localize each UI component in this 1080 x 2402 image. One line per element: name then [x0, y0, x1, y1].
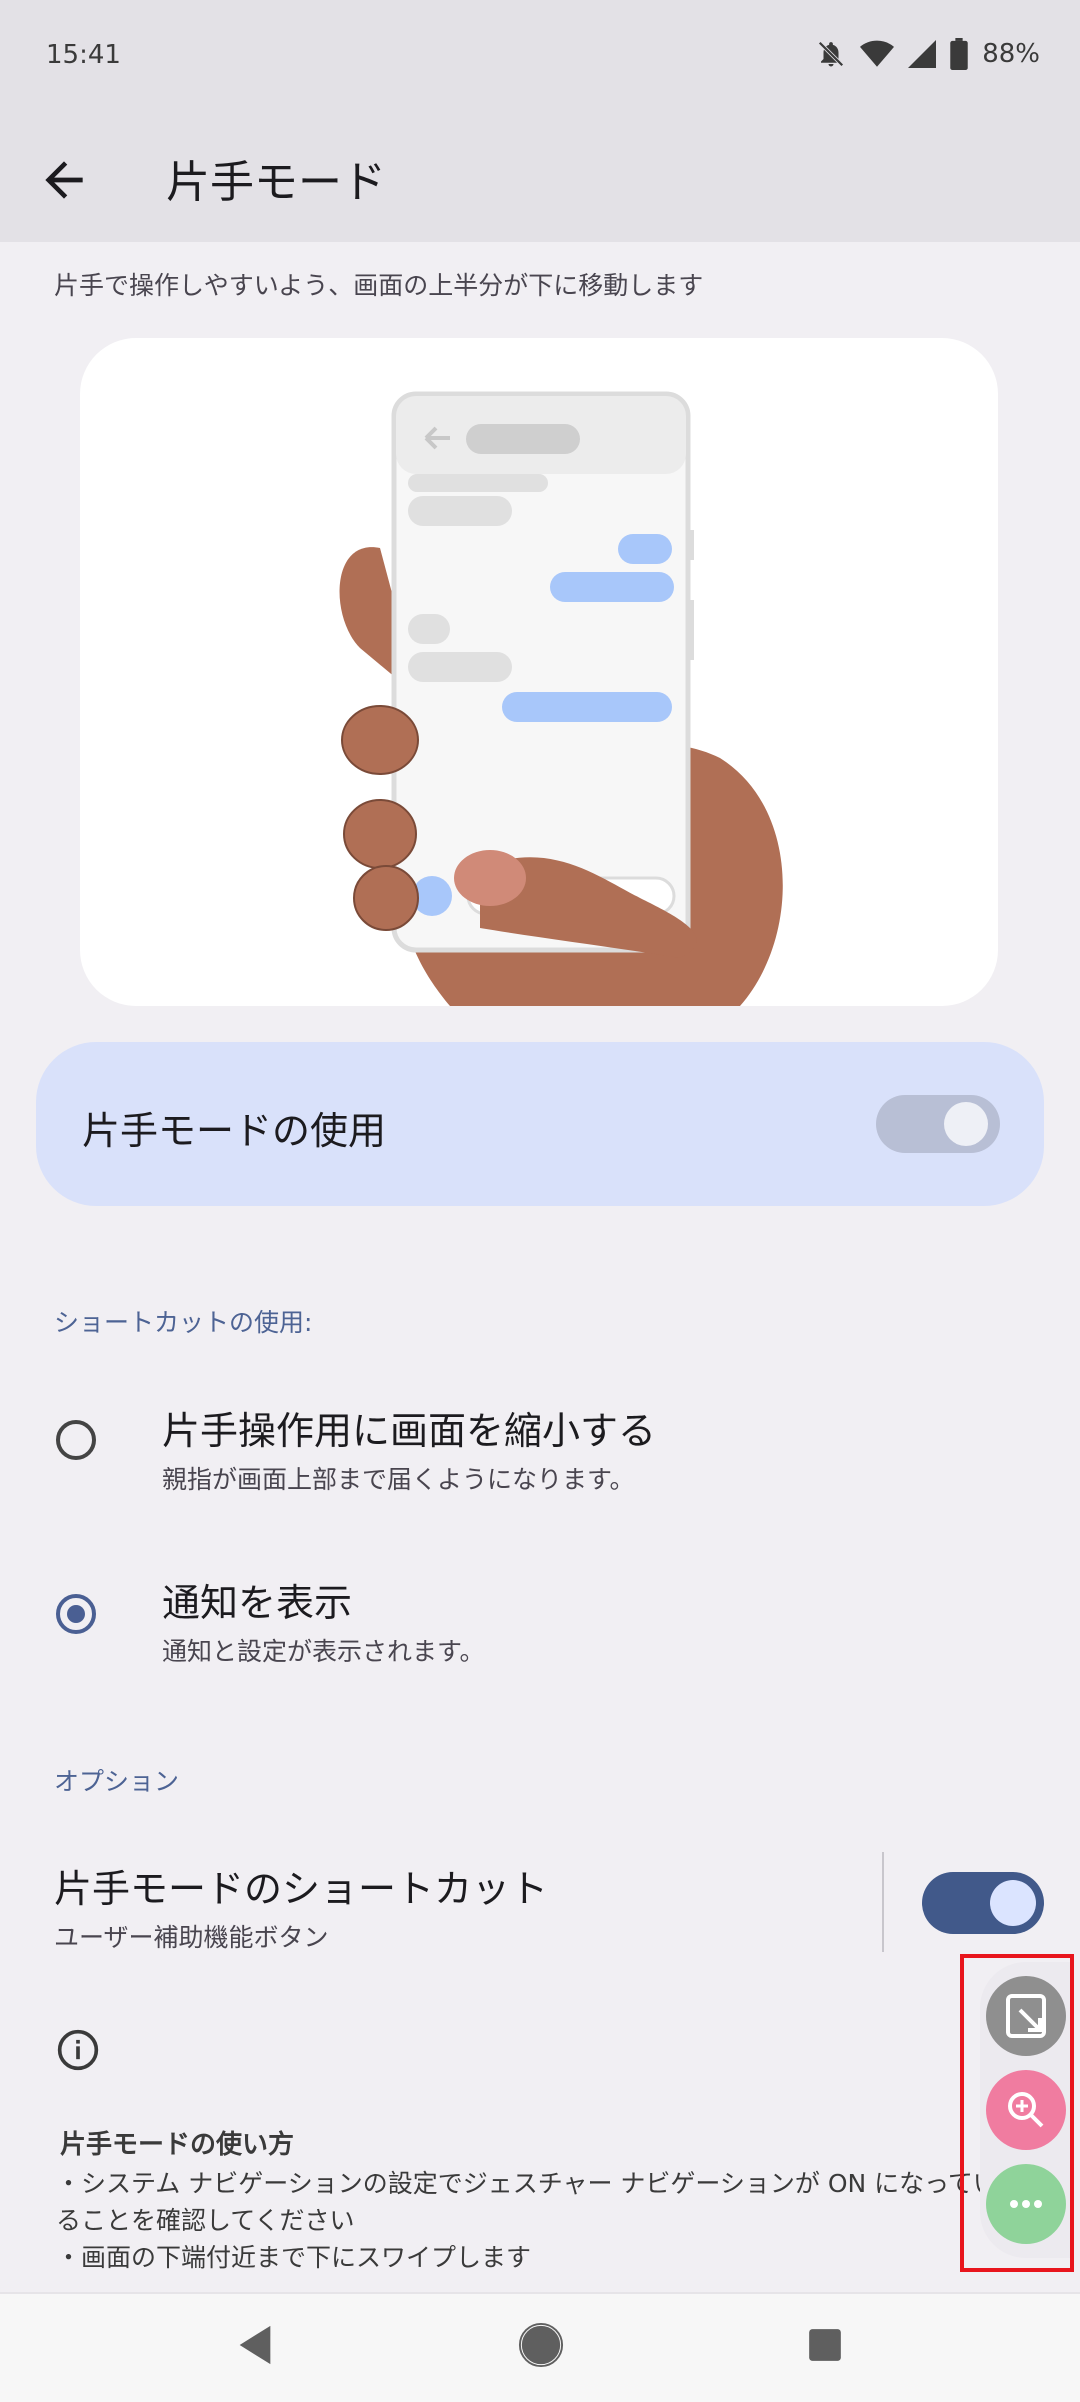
status-icons: 88%: [816, 38, 1040, 70]
switch-knob: [944, 1102, 988, 1146]
radio-show-notifications[interactable]: [56, 1594, 96, 1634]
signal-icon: [908, 40, 937, 68]
back-button[interactable]: [36, 152, 92, 208]
shortcut-setting-title[interactable]: 片手モードのショートカット: [54, 1858, 548, 1913]
radio-button-unselected[interactable]: [56, 1420, 96, 1460]
nav-recents-button[interactable]: [806, 2326, 844, 2368]
nav-home-button[interactable]: [518, 2322, 564, 2372]
howto-title: 片手モードの使い方: [60, 2130, 295, 2160]
status-time: 15:41: [46, 40, 121, 70]
howto-line: ・システム ナビゲーションの設定でジェスチャー ナビゲーションが ON になって…: [56, 2169, 998, 2198]
bell-off-icon: [818, 41, 844, 67]
arrow-left-icon: [45, 161, 83, 199]
recents-square-icon: [809, 2329, 841, 2361]
one-handed-illustration: [80, 338, 998, 1006]
option-title-shrink[interactable]: 片手操作用に画面を縮小する: [162, 1400, 656, 1455]
battery-icon: [950, 38, 968, 70]
howto-line: ・画面の下端付近まで下にスワイプします: [56, 2243, 532, 2272]
page-title: 片手モード: [166, 157, 386, 208]
radio-button-selected[interactable]: [56, 1594, 96, 1634]
wifi-icon: [860, 40, 895, 67]
page-description: 片手で操作しやすいよう、画面の上半分が下に移動します: [54, 271, 704, 300]
vertical-divider: [882, 1852, 884, 1952]
radio-shrink-screen[interactable]: [56, 1420, 96, 1460]
section-header-options: オプション: [54, 1767, 180, 1796]
shortcut-setting-subtitle: ユーザー補助機能ボタン: [54, 1923, 329, 1952]
option-title-notifications[interactable]: 通知を表示: [162, 1572, 352, 1627]
option-subtitle-notifications: 通知と設定が表示されます。: [162, 1637, 485, 1666]
main-toggle-label: 片手モードの使用: [82, 1109, 387, 1153]
hand-holding-phone-illustration: [339, 391, 783, 1006]
info-icon: [56, 2028, 100, 2072]
highlight-box: [960, 1954, 1074, 2272]
home-circle-icon: [518, 2322, 564, 2368]
section-header-shortcut: ショートカットの使用:: [54, 1308, 313, 1337]
switch-knob: [990, 1880, 1036, 1926]
howto-line: ることを確認してください: [56, 2206, 355, 2235]
back-triangle-icon: [239, 2325, 271, 2365]
app-bar: [0, 118, 1080, 242]
option-subtitle-shrink: 親指が画面上部まで届くようになります。: [162, 1465, 635, 1494]
battery-percent: 88%: [982, 39, 1040, 69]
nav-back-button[interactable]: [232, 2322, 278, 2372]
